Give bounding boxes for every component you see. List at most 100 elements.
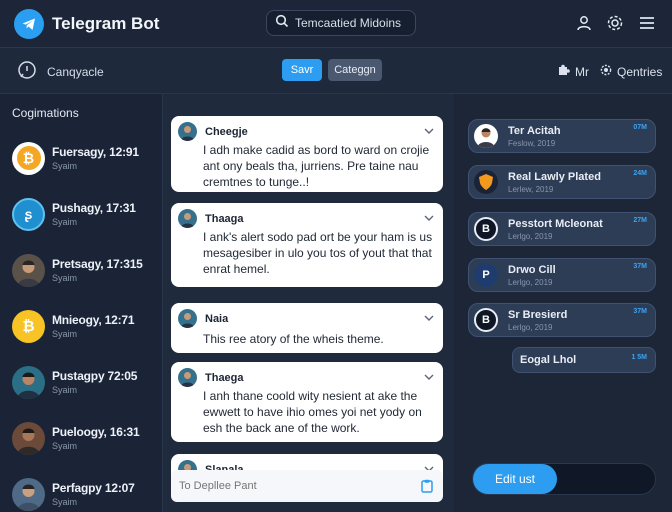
puzzle-icon — [558, 64, 570, 79]
category-button[interactable]: Categgn — [328, 59, 382, 81]
mr-label: Mr — [575, 64, 589, 79]
edit-toggle[interactable]: Edit ust — [472, 463, 656, 495]
contact-card[interactable]: P Drwo Cill Lerlgo, 2019 37M — [468, 258, 656, 292]
conversation-subtitle: Syaim — [52, 441, 78, 451]
message-sender: Cheegje — [205, 125, 248, 138]
save-button[interactable]: Savr — [282, 59, 322, 81]
chevron-down-icon[interactable] — [424, 309, 434, 327]
toolbar: Canqyacle Savr Categgn Mr Qentries — [0, 48, 672, 94]
conversation-name: Pueloogy, 16:31 — [52, 425, 140, 439]
contact-time: 1 5M — [631, 354, 647, 361]
message-text: I anh thane coold wity nesient at ake th… — [203, 389, 422, 435]
person-avatar-icon — [474, 124, 498, 148]
right-panel: Ter Acitah Feslow, 2019 07M Real Lawly Pl… — [454, 94, 672, 512]
entries-label: Qentries — [617, 64, 663, 79]
shield-icon — [474, 170, 498, 194]
mr-control[interactable]: Mr — [558, 64, 589, 79]
contact-subtitle: Lerlgo, 2019 — [508, 322, 553, 332]
conversation-subtitle: Syaim — [52, 497, 78, 507]
contact-time: 37M — [633, 263, 647, 270]
message-text: I adh make cadid as bord to ward on croj… — [203, 143, 430, 189]
conversation-item[interactable]: Pustagpy 72:05 Syaim — [12, 358, 162, 406]
letter-p-icon: P — [474, 263, 498, 287]
conversation-name: Perfagpy 12:07 — [52, 481, 135, 495]
chat-panel: Cheegje I adh make cadid as bord to ward… — [163, 94, 454, 512]
contact-time: 37M — [633, 308, 647, 315]
conversation-item[interactable]: Pretsagy, 17:315 Syaim — [12, 246, 162, 294]
contact-card-small[interactable]: Eogal Lhol 1 5M — [512, 347, 656, 373]
person-avatar-icon — [12, 365, 45, 399]
clipboard-icon[interactable] — [421, 479, 433, 498]
conversation-subtitle: Syaim — [52, 273, 78, 283]
contact-subtitle: Lerlew, 2019 — [508, 184, 554, 194]
bitcoin-avatar-icon: ₿ — [12, 309, 45, 343]
conversation-name: Pretsagy, 17:315 — [52, 257, 143, 271]
contact-subtitle: Lerlgo, 2019 — [508, 277, 553, 287]
contact-title: Drwo Cill — [508, 263, 556, 276]
contact-time: 24M — [633, 170, 647, 177]
letter-b-icon: B — [474, 217, 498, 241]
chat-bubble-icon[interactable] — [17, 60, 37, 85]
person-avatar-icon — [178, 309, 197, 328]
chevron-down-icon[interactable] — [424, 122, 434, 140]
person-avatar-icon — [178, 122, 197, 141]
contact-card[interactable]: B Sr Bresierd Lerlgo, 2019 37M — [468, 303, 656, 337]
gear-icon — [600, 64, 612, 79]
person-avatar-icon — [178, 209, 197, 228]
contact-title: Pesstort Mcleonat — [508, 217, 603, 230]
letter-b-icon: B — [474, 308, 498, 332]
conversation-item[interactable]: ₿ Mnieogy, 12:71 Syaim — [12, 302, 162, 350]
app-title: Telegram Bot — [52, 14, 160, 33]
contact-time: 27M — [633, 217, 647, 224]
logo-avatar-icon: ʂ — [12, 197, 45, 231]
message-bubble[interactable]: Thaaga I ank's alert sodo pad ort be you… — [171, 203, 443, 287]
menu-icon[interactable] — [636, 12, 658, 34]
conversation-subtitle: Syaim — [52, 217, 78, 227]
settings-icon[interactable] — [604, 12, 626, 34]
contact-title: Sr Bresierd — [508, 308, 568, 321]
search-input[interactable] — [295, 16, 413, 30]
top-bar: Telegram Bot — [0, 0, 672, 48]
message-bubble[interactable]: Cheegje I adh make cadid as bord to ward… — [171, 116, 443, 192]
message-bubble[interactable]: Thaega I anh thane coold wity nesient at… — [171, 362, 443, 442]
message-sender: Naia — [205, 312, 229, 325]
person-avatar-icon — [12, 253, 45, 287]
conversation-item[interactable]: ₿ Fuersagy, 12:91 Syaim — [12, 134, 162, 182]
contact-subtitle: Feslow, 2019 — [508, 138, 556, 148]
conversation-item[interactable]: Pueloogy, 16:31 Syaim — [12, 414, 162, 462]
conversation-name: Pushagy, 17:31 — [52, 201, 136, 215]
search-icon — [275, 14, 289, 33]
person-avatar-icon — [12, 421, 45, 455]
edit-button[interactable]: Edit ust — [473, 464, 557, 494]
message-sender: Thaega — [205, 371, 244, 384]
conversation-label: Canqyacle — [47, 65, 104, 79]
chevron-down-icon[interactable] — [424, 209, 434, 227]
contact-title: Ter Acitah — [508, 124, 561, 137]
conversation-subtitle: Syaim — [52, 385, 78, 395]
conversation-item[interactable]: ʂ Pushagy, 17:31 Syaim — [12, 190, 162, 238]
search-box[interactable] — [266, 10, 416, 36]
contact-card[interactable]: Ter Acitah Feslow, 2019 07M — [468, 119, 656, 153]
contact-title: Eogal Lhol — [520, 354, 577, 366]
sidebar-title: Cogimations — [12, 106, 79, 120]
message-bubble[interactable]: Naia This ree atory of the wheis theme. — [171, 303, 443, 353]
contact-card[interactable]: B Pesstort Mcleonat Lerlgo, 2019 27M — [468, 212, 656, 246]
conversation-name: Mnieogy, 12:71 — [52, 313, 135, 327]
telegram-logo-icon — [14, 9, 44, 39]
message-sender: Thaaga — [205, 212, 244, 225]
message-text: I ank's alert sodo pad ort be your ham i… — [203, 230, 433, 276]
conversation-subtitle: Syaim — [52, 161, 78, 171]
message-input[interactable] — [179, 480, 409, 492]
contact-title: Real Lawly Plated — [508, 170, 601, 183]
entries-control[interactable]: Qentries — [600, 64, 662, 79]
user-icon[interactable] — [573, 12, 595, 34]
conversation-name: Fuersagy, 12:91 — [52, 145, 139, 159]
contact-card[interactable]: Real Lawly Plated Lerlew, 2019 24M — [468, 165, 656, 199]
contact-subtitle: Lerlgo, 2019 — [508, 231, 553, 241]
conversation-item[interactable]: Perfagpy 12:07 Syaim — [12, 470, 162, 512]
message-text: This ree atory of the wheis theme. — [203, 332, 384, 346]
chevron-down-icon[interactable] — [424, 368, 434, 386]
person-avatar-icon — [178, 368, 197, 387]
message-composer[interactable] — [171, 470, 443, 502]
conversation-name: Pustagpy 72:05 — [52, 369, 138, 383]
